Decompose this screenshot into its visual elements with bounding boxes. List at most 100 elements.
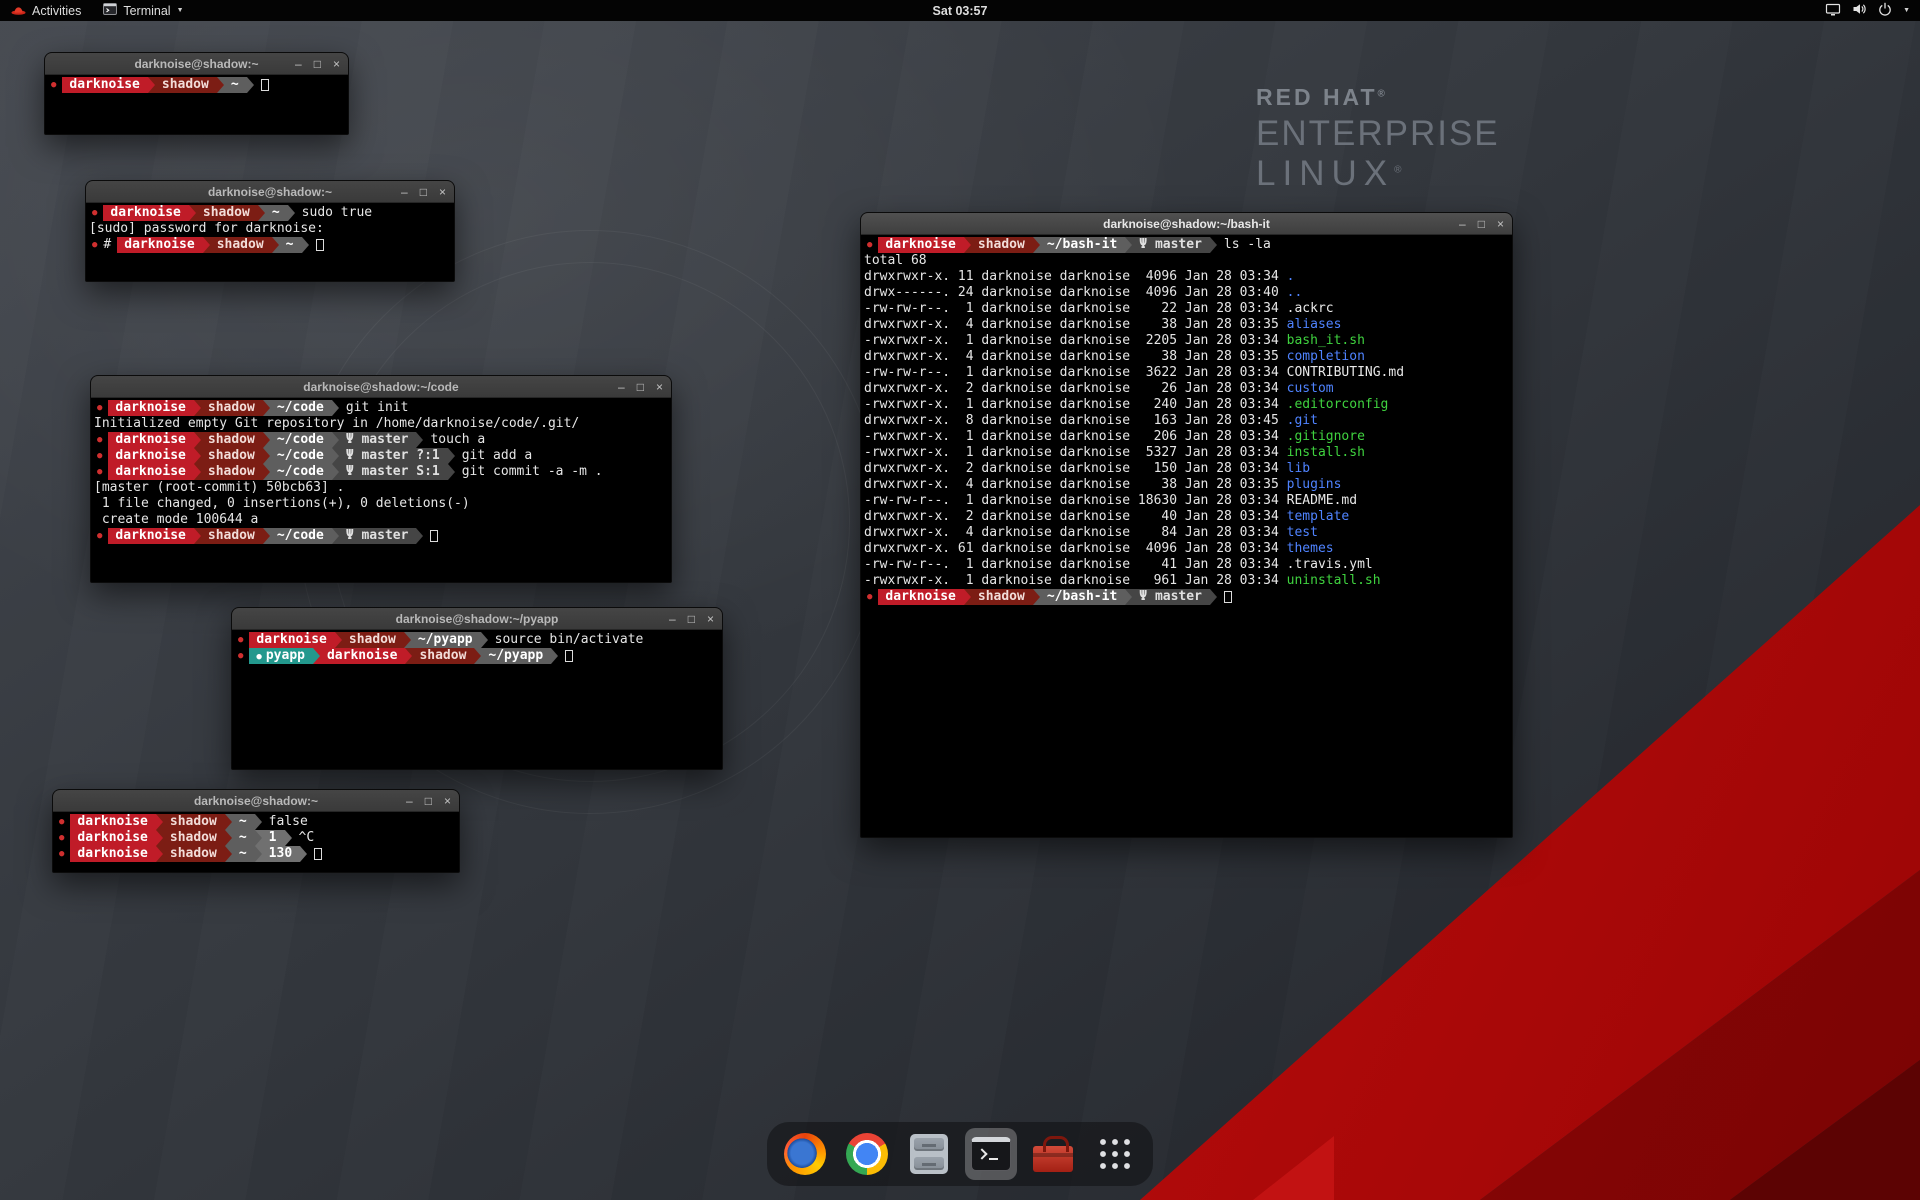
powerline-separator-icon <box>1033 589 1040 605</box>
distro-icon: ● <box>56 814 70 830</box>
file-meta: drwxrwxr-x. 8 darknoise darknoise 163 Ja… <box>864 413 1287 428</box>
file-meta: -rwxrwxr-x. 1 darknoise darknoise 961 Ja… <box>864 573 1287 588</box>
terminal-content[interactable]: ●darknoiseshadow~/bash-itΨ masterls -lat… <box>862 236 1511 836</box>
file-list-row: -rwxrwxr-x. 1 darknoise darknoise 240 Ja… <box>864 397 1509 413</box>
close-button[interactable]: × <box>656 381 663 393</box>
terminal-prompt-line: ●darknoiseshadow~/codeΨ master <box>94 528 668 544</box>
file-list-row: drwxrwxr-x. 2 darknoise darknoise 40 Jan… <box>864 509 1509 525</box>
powerline-separator-icon <box>285 830 292 846</box>
window-titlebar[interactable]: darknoise@shadow:~/pyapp – □ × <box>232 608 722 630</box>
maximize-button[interactable]: □ <box>688 613 695 625</box>
close-button[interactable]: × <box>333 58 340 70</box>
powerline-separator-icon <box>416 528 423 544</box>
path-segment: ~/code <box>270 400 332 416</box>
terminal-window-home-2[interactable]: darknoise@shadow:~ – □ × ●darknoiseshado… <box>52 789 460 873</box>
terminal-window-code[interactable]: darknoise@shadow:~/code – □ × ●darknoise… <box>90 375 672 583</box>
terminal-cursor <box>261 79 269 91</box>
minimize-button[interactable]: – <box>669 613 676 625</box>
close-button[interactable]: × <box>1497 218 1504 230</box>
command-text: git add a <box>455 448 532 464</box>
powerline-separator-icon <box>156 846 163 862</box>
path-segment: ~/bash-it <box>1040 237 1125 253</box>
host-segment: shadow <box>201 464 263 480</box>
terminal-cursor <box>314 848 322 860</box>
terminal-cursor <box>316 239 324 251</box>
distro-icon: ● <box>864 237 878 253</box>
file-meta: drwxrwxr-x. 4 darknoise darknoise 38 Jan… <box>864 317 1287 332</box>
maximize-button[interactable]: □ <box>314 58 321 70</box>
firefox-icon <box>784 1133 826 1175</box>
maximize-button[interactable]: □ <box>1478 218 1485 230</box>
powerline-separator-icon <box>217 77 224 93</box>
dock-item-firefox[interactable] <box>779 1128 831 1180</box>
powerline-separator-icon <box>225 830 232 846</box>
terminal-content[interactable]: ●darknoiseshadow~ <box>46 76 347 133</box>
powerline-separator-icon <box>964 237 971 253</box>
command-text: git commit -a -m . <box>455 464 603 480</box>
minimize-button[interactable]: – <box>618 381 625 393</box>
file-name: custom <box>1287 381 1334 396</box>
terminal-window-sudo[interactable]: darknoise@shadow:~ – □ × ●darknoiseshado… <box>85 180 455 282</box>
path-segment: ~/code <box>270 464 332 480</box>
terminal-prompt-line: ●darknoiseshadow~/codeΨ master S:1git co… <box>94 464 668 480</box>
user-segment: darknoise <box>249 632 334 648</box>
activities-button[interactable]: Activities <box>0 0 92 21</box>
file-name: .git <box>1287 413 1318 428</box>
file-name: completion <box>1287 349 1365 364</box>
maximize-button[interactable]: □ <box>420 186 427 198</box>
close-button[interactable]: × <box>444 795 451 807</box>
minimize-button[interactable]: – <box>406 795 413 807</box>
terminal-window-bash-it[interactable]: darknoise@shadow:~/bash-it – □ × ●darkno… <box>860 212 1513 838</box>
file-name: plugins <box>1287 477 1342 492</box>
close-button[interactable]: × <box>439 186 446 198</box>
file-name: uninstall.sh <box>1287 573 1381 588</box>
file-list-row: drwxrwxr-x. 8 darknoise darknoise 163 Ja… <box>864 413 1509 429</box>
dock-item-chrome[interactable] <box>841 1128 893 1180</box>
powerline-separator-icon <box>225 846 232 862</box>
window-titlebar[interactable]: darknoise@shadow:~/bash-it – □ × <box>861 213 1512 235</box>
dock-item-show-applications[interactable] <box>1089 1128 1141 1180</box>
maximize-button[interactable]: □ <box>425 795 432 807</box>
maximize-button[interactable]: □ <box>637 381 644 393</box>
terminal-content[interactable]: ●darknoiseshadow~sudo true[sudo] passwor… <box>87 204 453 280</box>
clock[interactable]: Sat 03:57 <box>933 4 988 18</box>
terminal-content[interactable]: ●darknoiseshadow~false●darknoiseshadow~1… <box>54 813 458 871</box>
terminal-content[interactable]: ●darknoiseshadow~/pyappsource bin/activa… <box>233 631 721 768</box>
path-segment: ~/bash-it <box>1040 589 1125 605</box>
powerline-separator-icon <box>156 814 163 830</box>
window-titlebar[interactable]: darknoise@shadow:~/code – □ × <box>91 376 671 398</box>
file-name: README.md <box>1287 493 1357 508</box>
file-list-row: -rw-rw-r--. 1 darknoise darknoise 22 Jan… <box>864 301 1509 317</box>
powerline-separator-icon <box>332 448 339 464</box>
app-menu-terminal[interactable]: Terminal ▼ <box>92 0 194 21</box>
terminal-content[interactable]: ●darknoiseshadow~/codegit initInitialize… <box>92 399 670 581</box>
dock-item-terminal[interactable] <box>965 1128 1017 1180</box>
window-titlebar[interactable]: darknoise@shadow:~ – □ × <box>53 790 459 812</box>
file-meta: drwxrwxr-x. 11 darknoise darknoise 4096 … <box>864 269 1287 284</box>
minimize-button[interactable]: – <box>1459 218 1466 230</box>
file-list-row: drwxrwxr-x. 11 darknoise darknoise 4096 … <box>864 269 1509 285</box>
file-list-row: -rw-rw-r--. 1 darknoise darknoise 41 Jan… <box>864 557 1509 573</box>
window-titlebar[interactable]: darknoise@shadow:~ – □ × <box>86 181 454 203</box>
terminal-window-pyapp[interactable]: darknoise@shadow:~/pyapp – □ × ●darknois… <box>231 607 723 770</box>
powerline-separator-icon <box>203 237 210 253</box>
file-meta: -rw-rw-r--. 1 darknoise darknoise 3622 J… <box>864 365 1287 380</box>
powerline-separator-icon <box>148 77 155 93</box>
system-status-area[interactable]: ▼ <box>1815 0 1920 21</box>
window-titlebar[interactable]: darknoise@shadow:~ – □ × <box>45 53 348 75</box>
command-text: sudo true <box>295 205 372 221</box>
powerline-separator-icon <box>288 205 295 221</box>
user-segment: darknoise <box>108 464 193 480</box>
distro-icon: ● <box>94 432 108 448</box>
powerline-separator-icon <box>272 237 279 253</box>
terminal-output-line: Initialized empty Git repository in /hom… <box>94 416 668 432</box>
dock-item-file-manager[interactable] <box>903 1128 955 1180</box>
terminal-window-home-1[interactable]: darknoise@shadow:~ – □ × ●darknoiseshado… <box>44 52 349 135</box>
minimize-button[interactable]: – <box>401 186 408 198</box>
terminal-output-line: create mode 100644 a <box>94 512 668 528</box>
dock-item-toolbox[interactable] <box>1027 1128 1079 1180</box>
chevron-down-icon: ▼ <box>1903 7 1910 14</box>
close-button[interactable]: × <box>707 613 714 625</box>
powerline-separator-icon <box>225 814 232 830</box>
minimize-button[interactable]: – <box>295 58 302 70</box>
